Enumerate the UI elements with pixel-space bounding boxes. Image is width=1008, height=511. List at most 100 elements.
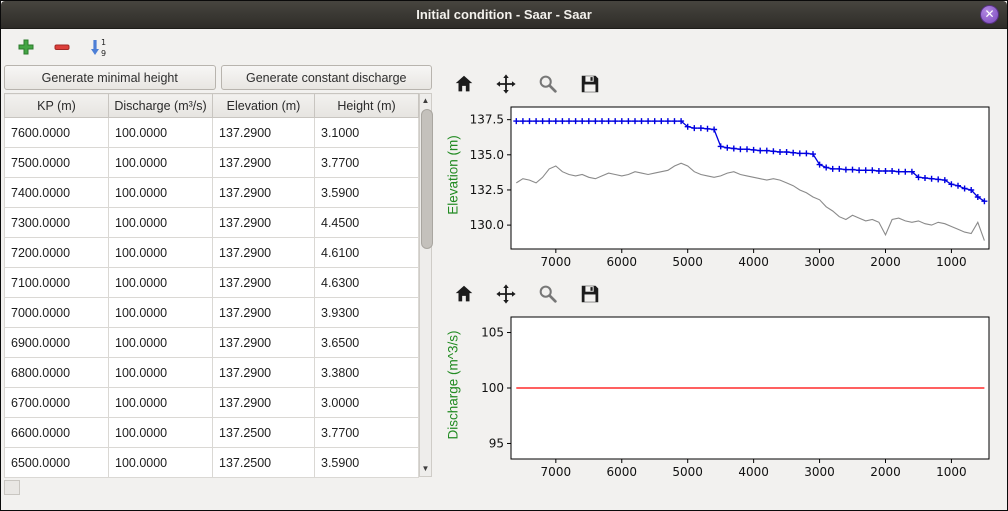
save-button[interactable]: [577, 281, 603, 307]
content: Generate minimal height Generate constan…: [1, 65, 1007, 510]
svg-text:6000: 6000: [606, 465, 637, 479]
table-cell[interactable]: 137.2900: [213, 118, 315, 148]
table-cell[interactable]: 100.0000: [109, 148, 213, 178]
table-row[interactable]: 7100.0000100.0000137.29004.6300: [5, 268, 419, 298]
table-cell[interactable]: 100.0000: [109, 118, 213, 148]
table-row[interactable]: 6800.0000100.0000137.29003.3800: [5, 358, 419, 388]
table-cell[interactable]: 100.0000: [109, 178, 213, 208]
table-cell[interactable]: 100.0000: [109, 388, 213, 418]
home-button[interactable]: [451, 71, 477, 97]
svg-text:3000: 3000: [804, 255, 835, 269]
table-cell[interactable]: 7500.0000: [5, 148, 109, 178]
column-header[interactable]: Height (m): [315, 94, 419, 118]
table-cell[interactable]: 4.4500: [315, 208, 419, 238]
table-row[interactable]: 7300.0000100.0000137.29004.4500: [5, 208, 419, 238]
remove-row-button[interactable]: [51, 36, 73, 58]
scrollbar-thumb[interactable]: [421, 109, 433, 249]
table-cell[interactable]: 3.9300: [315, 298, 419, 328]
table-cell[interactable]: 137.2900: [213, 148, 315, 178]
table-cell[interactable]: 100.0000: [109, 358, 213, 388]
table-cell[interactable]: 100.0000: [109, 208, 213, 238]
svg-text:5000: 5000: [672, 465, 703, 479]
table-cell[interactable]: 137.2900: [213, 298, 315, 328]
table-cell[interactable]: 137.2900: [213, 388, 315, 418]
table-row[interactable]: 7600.0000100.0000137.29003.1000: [5, 118, 419, 148]
add-row-button[interactable]: [15, 36, 37, 58]
minus-icon: [53, 38, 71, 56]
table-cell[interactable]: 6800.0000: [5, 358, 109, 388]
table-cell[interactable]: 4.6300: [315, 268, 419, 298]
table-row[interactable]: 6600.0000100.0000137.25003.7700: [5, 418, 419, 448]
table-row[interactable]: 6700.0000100.0000137.29003.0000: [5, 388, 419, 418]
svg-text:6000: 6000: [606, 255, 637, 269]
discharge-chart[interactable]: Discharge (m^3/s) 7000600050004000300020…: [439, 311, 1003, 487]
discharge-plot-canvas[interactable]: 700060005000400030002000100095100105: [439, 311, 999, 487]
table-row[interactable]: 7000.0000100.0000137.29003.9300: [5, 298, 419, 328]
table-row[interactable]: 7200.0000100.0000137.29004.6100: [5, 238, 419, 268]
pan-button[interactable]: [493, 71, 519, 97]
close-icon: ✕: [984, 7, 994, 21]
table-cell[interactable]: 137.2900: [213, 208, 315, 238]
table-row[interactable]: 7500.0000100.0000137.29003.7700: [5, 148, 419, 178]
table-row[interactable]: 7400.0000100.0000137.29003.5900: [5, 178, 419, 208]
table-cell[interactable]: 3.7700: [315, 418, 419, 448]
scroll-up-icon[interactable]: ▲: [420, 94, 431, 108]
table-cell[interactable]: 7200.0000: [5, 238, 109, 268]
table-cell[interactable]: 6500.0000: [5, 448, 109, 478]
table-row[interactable]: 6900.0000100.0000137.29003.6500: [5, 328, 419, 358]
table-cell[interactable]: 7400.0000: [5, 178, 109, 208]
scroll-down-icon[interactable]: ▼: [420, 462, 431, 476]
save-button[interactable]: [577, 71, 603, 97]
table-cell[interactable]: 137.2500: [213, 448, 315, 478]
vertical-scrollbar[interactable]: ▲ ▼: [419, 93, 432, 477]
table-cell[interactable]: 3.6500: [315, 328, 419, 358]
table-cell[interactable]: 3.5900: [315, 448, 419, 478]
table-cell[interactable]: 6900.0000: [5, 328, 109, 358]
column-header[interactable]: Elevation (m): [213, 94, 315, 118]
column-header[interactable]: Discharge (m³/s): [109, 94, 213, 118]
table-cell[interactable]: 3.3800: [315, 358, 419, 388]
elevation-plot-canvas[interactable]: 7000600050004000300020001000130.0132.513…: [439, 101, 999, 277]
elevation-plot-toolbar: [439, 67, 1003, 101]
table-cell[interactable]: 100.0000: [109, 268, 213, 298]
table-cell[interactable]: 137.2900: [213, 328, 315, 358]
close-button[interactable]: ✕: [980, 5, 999, 24]
elevation-chart[interactable]: Elevation (m) 70006000500040003000200010…: [439, 101, 1003, 277]
table-cell[interactable]: 100.0000: [109, 328, 213, 358]
table-cell[interactable]: 137.2900: [213, 178, 315, 208]
svg-text:95: 95: [489, 436, 504, 450]
discharge-y-axis-label: Discharge (m^3/s): [446, 330, 461, 439]
table-cell[interactable]: 3.1000: [315, 118, 419, 148]
sort-button[interactable]: 1 9: [87, 36, 109, 58]
pan-icon: [495, 283, 517, 305]
table-cell[interactable]: 100.0000: [109, 238, 213, 268]
home-button[interactable]: [451, 281, 477, 307]
table-cell[interactable]: 3.5900: [315, 178, 419, 208]
table-cell[interactable]: 137.2500: [213, 418, 315, 448]
zoom-button[interactable]: [535, 281, 561, 307]
table-cell[interactable]: 100.0000: [109, 418, 213, 448]
table-cell[interactable]: 137.2900: [213, 238, 315, 268]
table-cell[interactable]: 100.0000: [109, 298, 213, 328]
table-cell[interactable]: 137.2900: [213, 268, 315, 298]
table-cell[interactable]: 7300.0000: [5, 208, 109, 238]
column-header[interactable]: KP (m): [5, 94, 109, 118]
table-cell[interactable]: 3.0000: [315, 388, 419, 418]
generate-minimal-height-button[interactable]: Generate minimal height: [4, 65, 216, 90]
table-cell[interactable]: 6700.0000: [5, 388, 109, 418]
pan-button[interactable]: [493, 281, 519, 307]
titlebar[interactable]: Initial condition - Saar - Saar ✕: [1, 1, 1007, 29]
zoom-button[interactable]: [535, 71, 561, 97]
table-row[interactable]: 6500.0000100.0000137.25003.5900: [5, 448, 419, 478]
table-cell[interactable]: 4.6100: [315, 238, 419, 268]
table-cell[interactable]: 6600.0000: [5, 418, 109, 448]
plus-icon: [17, 38, 35, 56]
table-cell[interactable]: 7100.0000: [5, 268, 109, 298]
table-cell[interactable]: 100.0000: [109, 448, 213, 478]
pan-icon: [495, 73, 517, 95]
table-cell[interactable]: 137.2900: [213, 358, 315, 388]
table-cell[interactable]: 7000.0000: [5, 298, 109, 328]
generate-constant-discharge-button[interactable]: Generate constant discharge: [221, 65, 433, 90]
table-cell[interactable]: 7600.0000: [5, 118, 109, 148]
table-cell[interactable]: 3.7700: [315, 148, 419, 178]
